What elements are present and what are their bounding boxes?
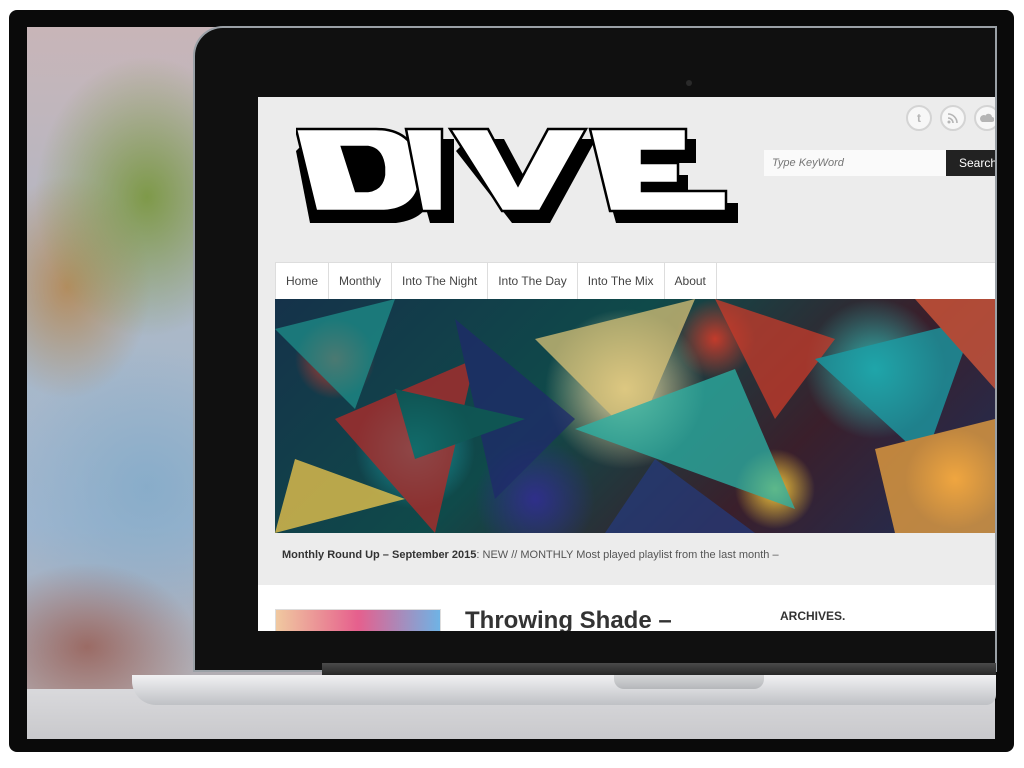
site-logo[interactable]	[294, 123, 738, 228]
featured-caption: Monthly Round Up – September 2015: NEW /…	[282, 549, 779, 561]
featured-post-link[interactable]: Monthly Round Up – September 2015	[282, 549, 476, 561]
nav-item-home[interactable]: Home	[276, 263, 330, 299]
camera-icon	[686, 80, 692, 86]
sidebar-heading-archives: ARCHIVES.	[780, 609, 846, 623]
soundcloud-icon[interactable]	[974, 105, 995, 131]
search-button[interactable]: Search	[946, 150, 995, 176]
search-input[interactable]	[764, 150, 946, 176]
post-thumbnail[interactable]	[275, 609, 441, 631]
twitter-icon[interactable]: t	[906, 105, 932, 131]
browser-screen: t Search Home	[258, 97, 995, 631]
main-nav: Home Monthly Into The Night Into The Day…	[275, 262, 995, 300]
nav-item-into-the-night[interactable]: Into The Night	[392, 263, 489, 299]
featured-excerpt: NEW // MONTHLY Most played playlist from…	[482, 549, 779, 561]
laptop-base	[132, 675, 996, 705]
content-area: Throwing Shade – ARCHIVES.	[258, 585, 995, 631]
nav-item-into-the-mix[interactable]: Into The Mix	[578, 263, 665, 299]
social-icons: t	[906, 105, 995, 131]
rss-icon[interactable]	[940, 105, 966, 131]
nav-item-monthly[interactable]: Monthly	[329, 263, 393, 299]
search-form: Search	[764, 150, 995, 176]
laptop-notch	[614, 675, 764, 689]
featured-banner-image[interactable]	[275, 299, 995, 533]
post-title[interactable]: Throwing Shade –	[465, 607, 672, 631]
nav-item-about[interactable]: About	[665, 263, 717, 299]
nav-item-into-the-day[interactable]: Into The Day	[488, 263, 578, 299]
